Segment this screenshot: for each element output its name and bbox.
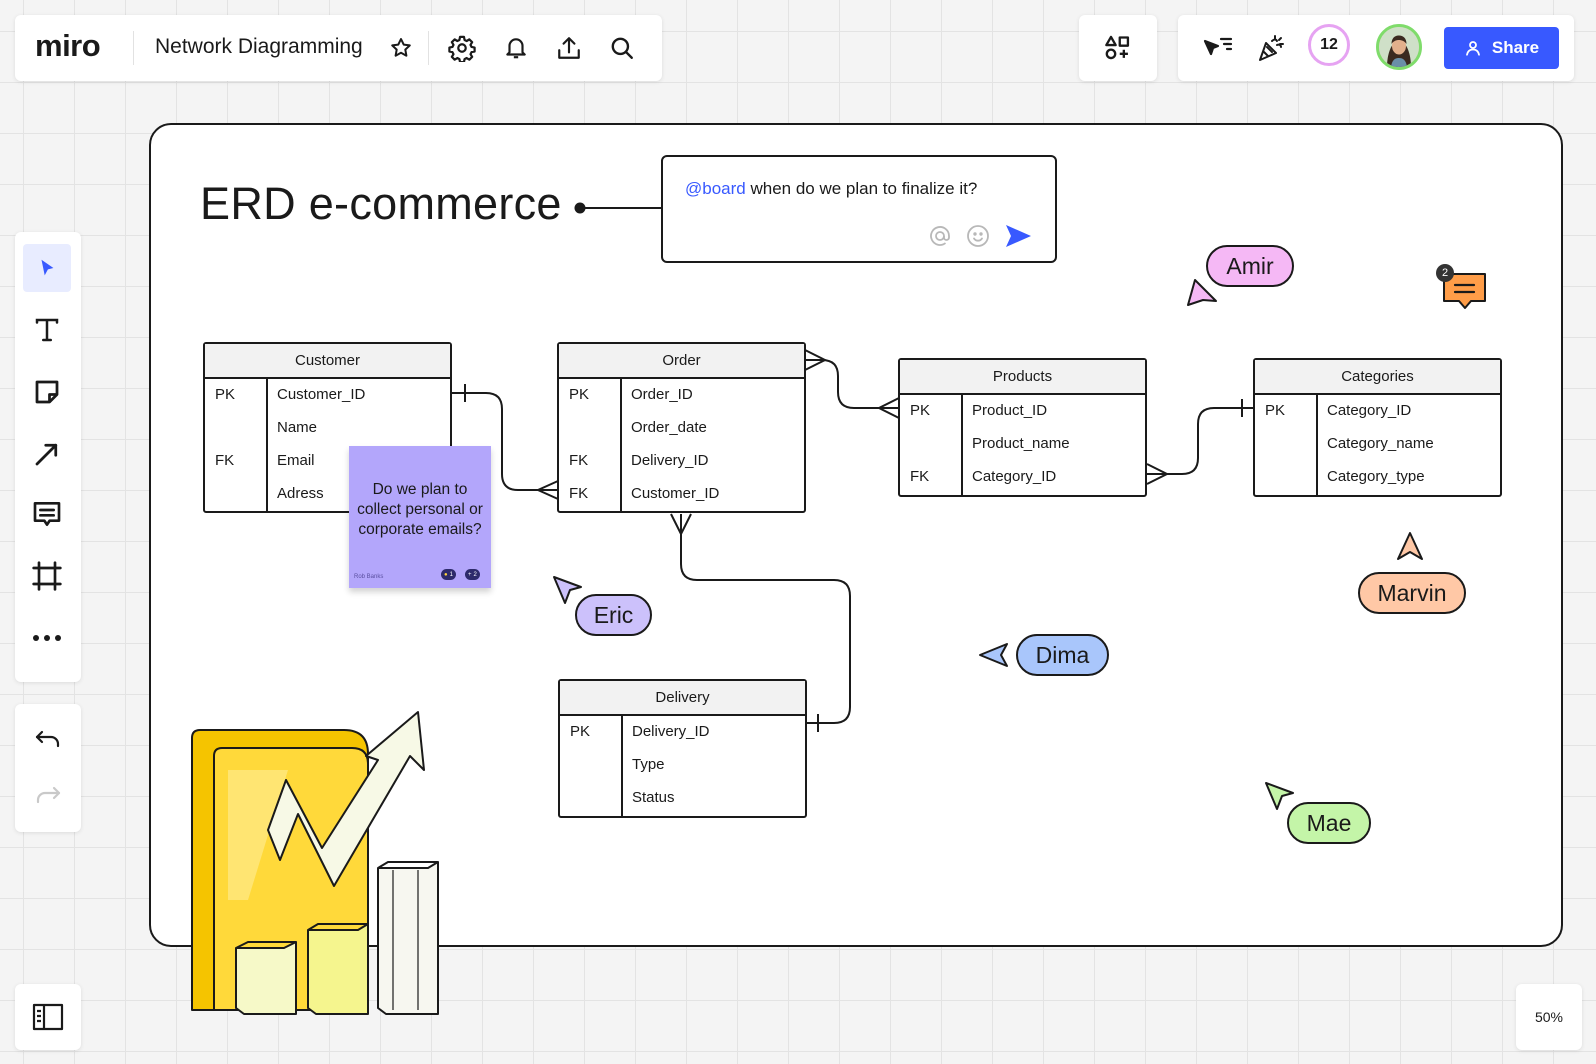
table-title: Order bbox=[559, 344, 804, 379]
field-cell[interactable]: Email bbox=[277, 452, 315, 469]
field-cell[interactable]: Name bbox=[277, 419, 317, 436]
table-title: Categories bbox=[1255, 360, 1500, 395]
key-cell: PK bbox=[570, 723, 591, 740]
reaction-count: 1 bbox=[449, 571, 453, 578]
mention[interactable]: @board bbox=[685, 179, 746, 198]
field-cell[interactable]: Product_ID bbox=[972, 402, 1047, 419]
mention-at-icon[interactable] bbox=[927, 223, 953, 249]
field-cell[interactable]: Customer_ID bbox=[631, 485, 719, 502]
field-cell[interactable]: Order_date bbox=[631, 419, 707, 436]
cursor-label-dima: Dima bbox=[1016, 634, 1109, 676]
field-cell[interactable]: Category_type bbox=[1327, 468, 1425, 485]
key-cell: FK bbox=[910, 468, 930, 485]
cursor-label-mae: Mae bbox=[1287, 802, 1371, 844]
entity-table-products[interactable]: Products PK Product_ID Product_name FK C… bbox=[898, 358, 1147, 497]
comment-input-box[interactable]: @board when do we plan to finalize it? bbox=[661, 155, 1057, 263]
table-title: Customer bbox=[205, 344, 450, 379]
table-title: Products bbox=[900, 360, 1145, 395]
cursor-label-amir: Amir bbox=[1206, 245, 1294, 287]
key-cell: PK bbox=[569, 386, 590, 403]
key-cell: FK bbox=[569, 485, 589, 502]
field-cell[interactable]: Customer_ID bbox=[277, 386, 365, 403]
emoji-icon[interactable] bbox=[965, 223, 991, 249]
field-cell[interactable]: Delivery_ID bbox=[632, 723, 710, 740]
reaction-chip[interactable]: ● 1 bbox=[441, 569, 456, 580]
growth-chart-illustration bbox=[191, 711, 439, 1015]
key-cell: FK bbox=[569, 452, 589, 469]
field-cell[interactable]: Order_ID bbox=[631, 386, 693, 403]
field-cell[interactable]: Delivery_ID bbox=[631, 452, 709, 469]
comment-text[interactable]: @board when do we plan to finalize it? bbox=[685, 179, 977, 199]
mae-cursor-icon bbox=[1265, 782, 1294, 810]
column-divider bbox=[621, 716, 623, 816]
entity-table-categories[interactable]: Categories PK Category_ID Category_name … bbox=[1253, 358, 1502, 497]
sticky-note-text[interactable]: Do we plan to collect personal or corpor… bbox=[355, 480, 485, 540]
title-anchor-dot bbox=[574, 202, 586, 214]
cursor-label-eric: Eric bbox=[575, 594, 652, 636]
reaction-chip[interactable]: +2 bbox=[465, 569, 480, 580]
key-cell: PK bbox=[910, 402, 931, 419]
entity-table-order[interactable]: Order PK Order_ID Order_date FK Delivery… bbox=[557, 342, 806, 513]
comment-thread-count: 2 bbox=[1436, 264, 1454, 282]
reaction-count: 2 bbox=[473, 571, 477, 578]
column-divider bbox=[1316, 395, 1318, 495]
key-cell: PK bbox=[215, 386, 236, 403]
table-title: Delivery bbox=[560, 681, 805, 716]
cursor-label-marvin: Marvin bbox=[1358, 572, 1466, 614]
comment-body: when do we plan to finalize it? bbox=[745, 179, 978, 198]
column-divider bbox=[961, 395, 963, 495]
reaction-plus-icon: + bbox=[468, 571, 472, 578]
sticky-note[interactable]: Do we plan to collect personal or corpor… bbox=[349, 446, 491, 588]
column-divider bbox=[620, 379, 622, 511]
field-cell[interactable]: Status bbox=[632, 789, 675, 806]
eric-cursor-icon bbox=[553, 576, 582, 604]
key-cell: FK bbox=[215, 452, 235, 469]
column-divider bbox=[266, 379, 268, 511]
sticky-note-author: Rob Banks bbox=[354, 574, 384, 580]
dima-cursor-icon bbox=[979, 643, 1008, 667]
field-cell[interactable]: Category_ID bbox=[972, 468, 1056, 485]
field-cell[interactable]: Adress bbox=[277, 485, 324, 502]
send-icon[interactable] bbox=[1003, 221, 1033, 251]
order-products-connector bbox=[805, 359, 899, 409]
field-cell[interactable]: Category_ID bbox=[1327, 402, 1411, 419]
field-cell[interactable]: Type bbox=[632, 756, 665, 773]
field-cell[interactable]: Product_name bbox=[972, 435, 1070, 452]
products-categories-connector bbox=[1147, 407, 1254, 475]
reaction-emoji-icon: ● bbox=[444, 571, 448, 578]
marvin-cursor-icon bbox=[1397, 532, 1423, 560]
field-cell[interactable]: Category_name bbox=[1327, 435, 1434, 452]
entity-table-delivery[interactable]: Delivery PK Delivery_ID Type Status bbox=[558, 679, 807, 818]
key-cell: PK bbox=[1265, 402, 1286, 419]
